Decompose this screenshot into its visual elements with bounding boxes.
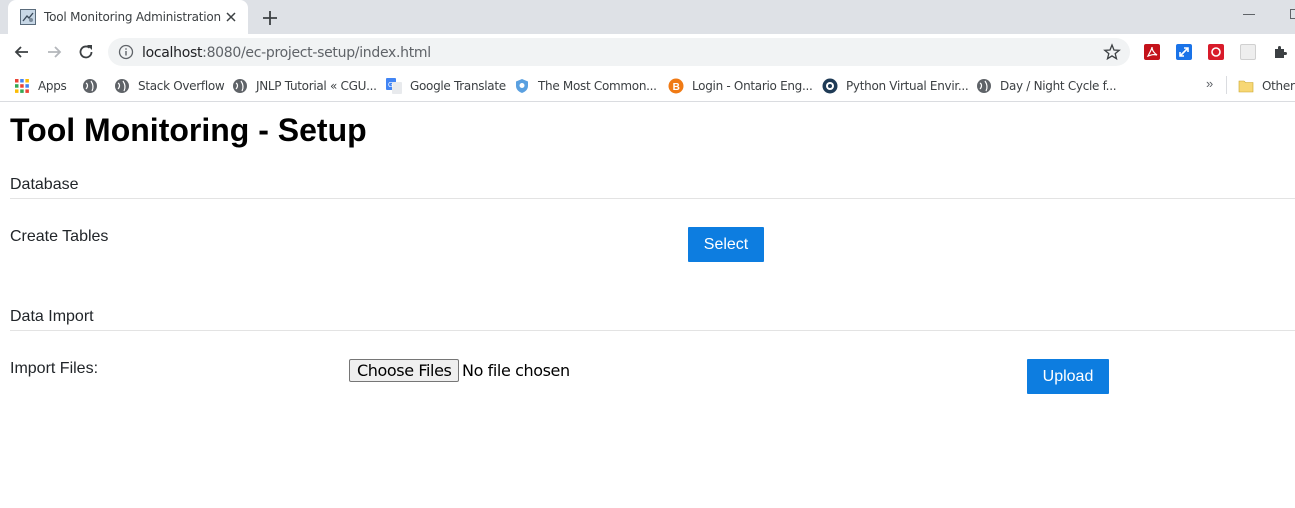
- bookmark-label: Apps: [38, 79, 67, 93]
- expand-extension-icon[interactable]: [1176, 44, 1192, 60]
- choose-files-button[interactable]: Choose Files: [349, 359, 460, 382]
- file-status-text: No file chosen: [462, 361, 570, 380]
- pdf-extension-icon[interactable]: [1144, 44, 1160, 60]
- bookmark-label: Stack Overflow: [138, 79, 225, 93]
- bookmarks-overflow-button[interactable]: »: [1206, 76, 1213, 91]
- back-arrow-icon[interactable]: [12, 42, 32, 62]
- bookmark-most-common[interactable]: The Most Common...: [514, 76, 657, 96]
- minimize-icon[interactable]: [1243, 14, 1255, 15]
- bookmark-label: Day / Night Cycle f...: [1000, 79, 1117, 93]
- globe-icon: [83, 79, 97, 93]
- url-text[interactable]: localhost:8080/ec-project-setup/index.ht…: [142, 45, 431, 61]
- bookmark-label: Python Virtual Envir...: [846, 79, 969, 93]
- svg-text:B: B: [673, 82, 680, 93]
- bookmarks-separator: [1226, 76, 1227, 94]
- bookmark-stack-overflow[interactable]: Stack Overflow: [114, 76, 225, 96]
- tab-title: Tool Monitoring Administration: [44, 10, 221, 24]
- bookmark-login-ontario[interactable]: B Login - Ontario Eng...: [668, 76, 813, 96]
- url-path: :8080/ec-project-setup/index.html: [202, 45, 431, 61]
- orange-b-icon: B: [668, 78, 684, 94]
- import-files-label: Import Files:: [10, 360, 99, 377]
- page-title: Tool Monitoring - Setup: [10, 112, 367, 148]
- grey-extension-icon[interactable]: [1240, 44, 1256, 60]
- apps-grid-icon: [15, 79, 29, 93]
- reload-icon[interactable]: [76, 42, 96, 62]
- bookmark-python-venv[interactable]: Python Virtual Envir...: [822, 76, 969, 96]
- maximize-icon[interactable]: [1290, 9, 1295, 19]
- bookmark-label: Google Translate: [410, 79, 506, 93]
- close-icon[interactable]: [223, 9, 239, 25]
- star-icon[interactable]: [1103, 43, 1121, 61]
- bookmark-label: Login - Ontario Eng...: [692, 79, 813, 93]
- create-tables-label: Create Tables: [10, 228, 109, 245]
- info-icon[interactable]: [118, 44, 134, 60]
- globe-icon: [115, 79, 129, 93]
- section-title-data-import: Data Import: [10, 308, 94, 325]
- bookmark-other[interactable]: Other b: [1238, 76, 1295, 96]
- url-host: localhost: [142, 45, 203, 61]
- bookmark-label: The Most Common...: [538, 79, 657, 93]
- bookmark-google-translate[interactable]: G Google Translate: [386, 76, 506, 96]
- globe-icon: [977, 79, 991, 93]
- red-extension-icon[interactable]: [1208, 44, 1224, 60]
- section-divider: [10, 198, 1295, 199]
- browser-tab[interactable]: Tool Monitoring Administration: [8, 0, 248, 34]
- python-icon: [822, 78, 838, 94]
- bookmark-jnlp-tutorial[interactable]: JNLP Tutorial « CGU...: [232, 76, 377, 96]
- forward-arrow-icon[interactable]: [44, 42, 64, 62]
- bookmark-apps[interactable]: Apps: [14, 76, 67, 96]
- folder-icon: [1238, 80, 1254, 93]
- svg-text:G: G: [388, 82, 393, 89]
- upload-button[interactable]: Upload: [1027, 359, 1109, 394]
- bookmark-label: JNLP Tutorial « CGU...: [256, 79, 377, 93]
- globe-icon: [233, 79, 247, 93]
- section-title-database: Database: [10, 176, 79, 193]
- tool-page-icon: [20, 9, 36, 25]
- shield-icon: [516, 79, 528, 93]
- bookmark-globe[interactable]: [82, 76, 98, 96]
- select-button[interactable]: Select: [688, 227, 764, 262]
- puzzle-icon[interactable]: [1272, 44, 1288, 60]
- plus-icon[interactable]: [260, 8, 280, 28]
- section-divider: [10, 330, 1295, 331]
- google-translate-icon: G: [386, 78, 402, 94]
- bookmark-label: Other b: [1262, 79, 1295, 93]
- tab-strip: Tool Monitoring Administration: [0, 0, 1295, 34]
- bookmark-day-night[interactable]: Day / Night Cycle f...: [976, 76, 1117, 96]
